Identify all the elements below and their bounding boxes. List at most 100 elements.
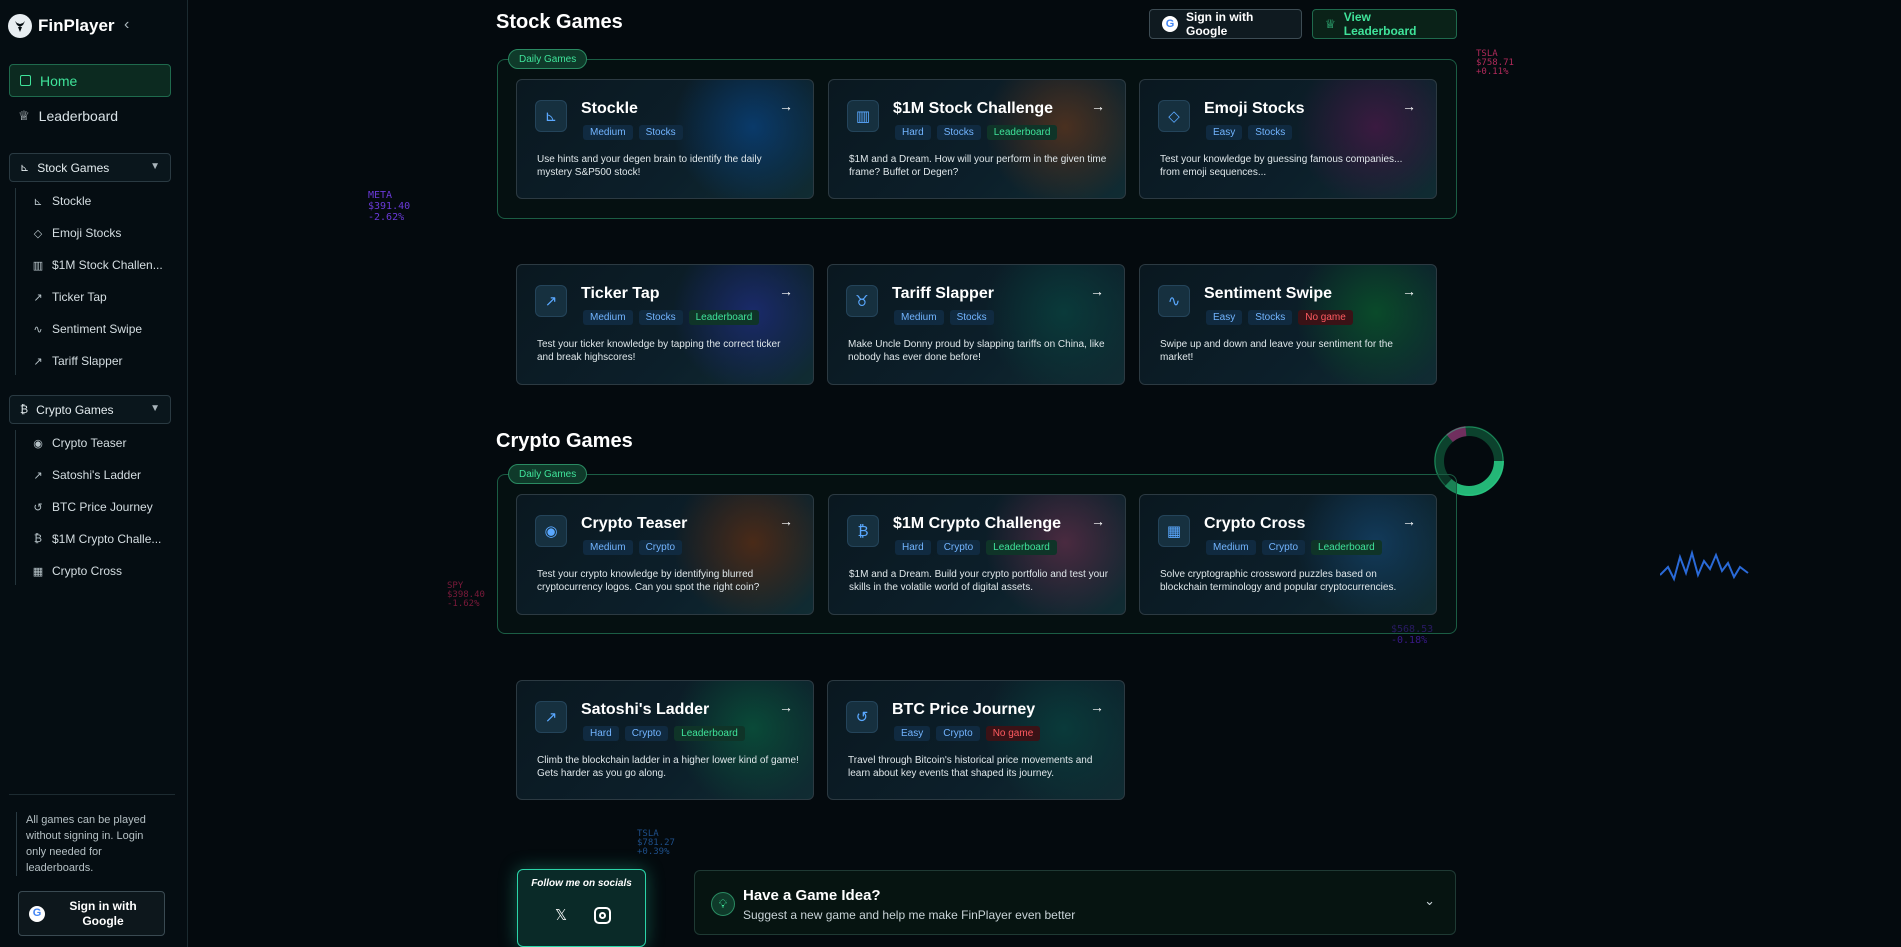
arrow-right-icon[interactable]: →	[779, 98, 793, 114]
card-tags: Hard Stocks Leaderboard	[895, 125, 1058, 140]
card-tags: Medium Stocks Leaderboard	[583, 310, 760, 325]
game-card-1m-stock-challenge[interactable]: ▥ $1M Stock Challenge → Hard Stocks Leaderboa…	[828, 79, 1126, 199]
arrow-right-icon[interactable]: →	[779, 513, 793, 529]
sidebar: FinPlayer ‹ Home ♕ Leaderboard ⊾ Stock G…	[0, 0, 188, 947]
ticker-tsla-bottom: TSLA $781.27 +0.39%	[637, 830, 675, 857]
card-tags: Easy Crypto No game	[894, 726, 1041, 741]
arrow-right-icon[interactable]: →	[1402, 98, 1416, 114]
signin-google-button[interactable]: G Sign in with Google	[1149, 9, 1302, 39]
view-leaderboard-button[interactable]: ♕ View Leaderboard	[1312, 9, 1457, 39]
card-description: Test your crypto knowledge by identifyin…	[537, 569, 760, 593]
google-icon: G	[1162, 16, 1178, 32]
group-label: Crypto Games	[36, 402, 114, 417]
sidebar-item-label: Crypto Cross	[52, 564, 123, 578]
instagram-icon[interactable]	[594, 907, 611, 924]
sidebar-item-emoji-stocks[interactable]: ◇ Emoji Stocks	[32, 226, 122, 240]
sidebar-item-btc-price-journey[interactable]: ↺ BTC Price Journey	[32, 500, 152, 514]
game-idea-panel[interactable]: 💡︎ Have a Game Idea? Suggest a new game …	[694, 870, 1456, 935]
button-label: Sign in with Google	[1186, 10, 1254, 38]
game-card-ticker-tap[interactable]: ↗ Ticker Tap → Medium Stocks Leaderboard Test …	[516, 264, 814, 385]
line-chart-icon: ⊾	[33, 195, 43, 208]
sidebar-item-sentiment-swipe[interactable]: ∿ Sentiment Swipe	[32, 322, 142, 336]
arrow-right-icon[interactable]: →	[1402, 283, 1416, 299]
game-card-1m-crypto-challenge[interactable]: ₿ $1M Crypto Challenge → Hard Crypto Leaderbo…	[828, 494, 1126, 615]
sidebar-item-stockle[interactable]: ⊾ Stockle	[32, 194, 91, 208]
sidebar-item-label: Ticker Tap	[52, 290, 107, 304]
ticker-spy: SPY $398.40 -1.62%	[447, 582, 485, 609]
sidebar-item-crypto-cross[interactable]: ▦ Crypto Cross	[32, 564, 122, 578]
brand[interactable]: FinPlayer	[8, 12, 115, 40]
sidebar-item-ticker-tap[interactable]: ↗ Ticker Tap	[32, 290, 107, 304]
arrow-right-icon[interactable]: →	[1090, 699, 1104, 715]
ticker-change: +0.11%	[1476, 67, 1509, 77]
card-tags: Medium Stocks	[583, 125, 683, 140]
sidebar-group-stock-games[interactable]: ⊾ Stock Games ▼	[9, 153, 171, 182]
sidebar-signin-button[interactable]: G Sign in with Google	[18, 891, 165, 936]
card-tags: Easy Stocks	[1206, 125, 1293, 140]
sidebar-item-label: Emoji Stocks	[52, 226, 122, 240]
tag-badge: Crypto	[936, 726, 980, 741]
daily-games-badge: Daily Games	[508, 49, 588, 69]
building-icon: ▥	[32, 259, 44, 272]
sidebar-item-crypto-teaser[interactable]: ◉ Crypto Teaser	[32, 436, 126, 450]
sidebar-group-crypto-games[interactable]: ₿ Crypto Games ▼	[9, 395, 171, 424]
game-card-emoji-stocks[interactable]: ◇ Emoji Stocks → Easy Stocks Test your knowle…	[1139, 79, 1437, 199]
sidebar-item-label: $1M Crypto Challe...	[52, 532, 162, 546]
tag-badge: Stocks	[936, 125, 981, 140]
card-tags: Hard Crypto Leaderboard	[583, 726, 745, 741]
game-card-satoshi-s-ladder[interactable]: ↗ Satoshi's Ladder → Hard Crypto Leaderboard C…	[516, 680, 814, 800]
tag-badge: Medium	[894, 310, 944, 325]
arrow-right-icon[interactable]: →	[779, 699, 793, 715]
sidebar-item-label: Satoshi's Ladder	[52, 468, 142, 482]
sidebar-item-tariff-slapper[interactable]: ↗ Tariff Slapper	[32, 354, 122, 368]
card-title: Crypto Cross	[1204, 515, 1306, 532]
game-card-crypto-cross[interactable]: ▦ Crypto Cross → Medium Crypto Leaderboard Sol…	[1139, 494, 1437, 615]
game-card-crypto-teaser[interactable]: ◉ Crypto Teaser → Medium Crypto Test your cry…	[516, 494, 814, 615]
sidebar-item-label: Tariff Slapper	[52, 354, 123, 368]
sidebar-item-leaderboard[interactable]: ♕ Leaderboard	[18, 108, 118, 124]
card-description: Swipe up and down and leave your sentime…	[1160, 339, 1393, 363]
button-label: View Leaderboard	[1343, 10, 1417, 38]
tag-badge: Leaderboard	[986, 125, 1058, 140]
sidebar-item-label: Stockle	[52, 194, 92, 208]
trend-up-icon: ↗	[535, 701, 567, 733]
sidebar-item-1m-crypto-challenge[interactable]: ₿ $1M Crypto Challe...	[32, 532, 161, 546]
tag-badge: Crypto	[936, 540, 981, 555]
tag-badge: Stocks	[638, 310, 683, 325]
arrow-right-icon[interactable]: →	[1091, 513, 1105, 529]
tree-line	[15, 430, 16, 585]
game-card-sentiment-swipe[interactable]: ∿ Sentiment Swipe → Easy Stocks No game Swipe …	[1139, 264, 1437, 385]
x-icon[interactable]: 𝕏	[551, 906, 571, 926]
game-card-tariff-slapper[interactable]: ♉ Tariff Slapper → Medium Stocks Make Uncle D…	[827, 264, 1125, 385]
card-title: $1M Crypto Challenge	[893, 515, 1062, 532]
sidebar-item-home[interactable]: Home	[9, 64, 171, 97]
ticker-change: +0.39%	[637, 847, 670, 857]
socials-panel: Follow me on socials 𝕏	[517, 869, 646, 947]
arrow-right-icon[interactable]: →	[1091, 98, 1105, 114]
tag-badge: No game	[985, 726, 1041, 741]
grid-icon: ▦	[32, 565, 44, 578]
tag-badge: Leaderboard	[688, 310, 760, 325]
sidebar-item-1m-stock-challenge[interactable]: ▥ $1M Stock Challen...	[32, 258, 163, 272]
trophy-icon: ♕	[18, 108, 30, 123]
brand-name: FinPlayer	[38, 16, 115, 35]
chevron-left-icon[interactable]: ‹	[124, 16, 129, 34]
arrow-right-icon[interactable]: →	[1402, 513, 1416, 529]
chevron-down-icon: ▼	[150, 161, 160, 172]
history-icon: ↺	[33, 501, 43, 514]
card-description: Solve cryptographic crossword puzzles ba…	[1160, 569, 1397, 593]
piggy-bank-icon: ♉	[846, 285, 878, 317]
diamond-icon: ◇	[1158, 100, 1190, 132]
arrow-right-icon[interactable]: →	[1090, 283, 1104, 299]
game-card-btc-price-journey[interactable]: ↺ BTC Price Journey → Easy Crypto No game Trav…	[827, 680, 1125, 800]
game-card-stockle[interactable]: ⊾ Stockle → Medium Stocks Use hints and your …	[516, 79, 814, 199]
chevron-down-icon[interactable]: ⌄	[1424, 893, 1435, 909]
lightbulb-icon: 💡︎	[711, 892, 735, 916]
tag-badge: Easy	[1206, 310, 1243, 325]
arrow-right-icon[interactable]: →	[779, 283, 793, 299]
ticker-tsla-top: TSLA $758.71 +0.11%	[1476, 50, 1514, 77]
building-icon: ▥	[847, 100, 879, 132]
card-description: Climb the blockchain ladder in a higher …	[537, 755, 799, 779]
stock-games-title: Stock Games	[496, 11, 623, 33]
sidebar-item-satoshis-ladder[interactable]: ↗ Satoshi's Ladder	[32, 468, 141, 482]
